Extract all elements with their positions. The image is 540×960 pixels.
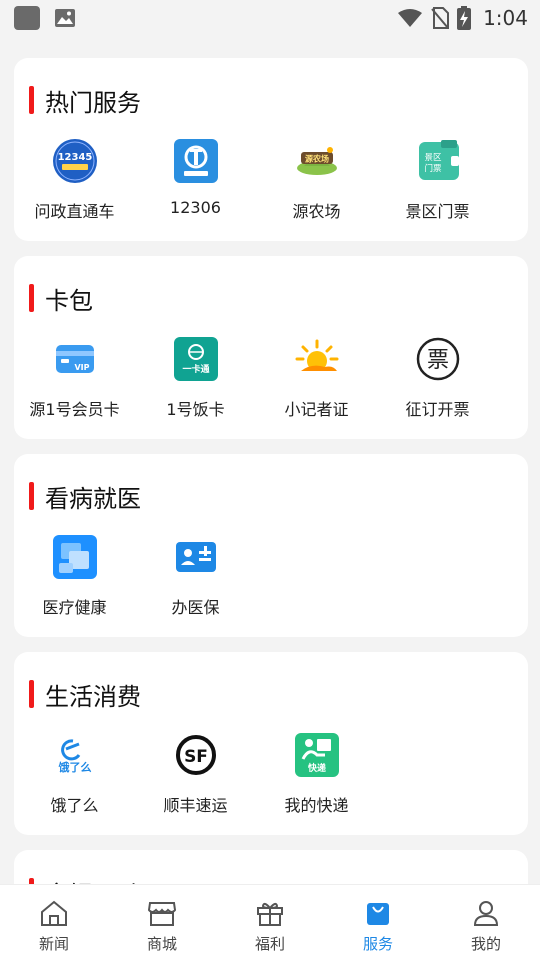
delivery-icon: 快递 bbox=[294, 732, 340, 778]
life-item-label: 饿了么 bbox=[50, 796, 99, 815]
card-item-label: 征订开票 bbox=[405, 400, 470, 419]
medical-insurance-icon bbox=[173, 534, 219, 580]
section-title: 热门服务 bbox=[29, 85, 141, 117]
bottom-navigation: 新闻 商城 福利 服务 我的 bbox=[0, 884, 540, 960]
card-item-label: 小记者证 bbox=[284, 400, 349, 419]
nav-label: 新闻 bbox=[38, 935, 69, 953]
railway-12306-icon bbox=[173, 138, 219, 184]
store-icon bbox=[147, 902, 177, 926]
card-item-label: 源1号会员卡 bbox=[29, 400, 120, 419]
nav-label: 我的 bbox=[470, 935, 501, 953]
svg-text:票: 票 bbox=[426, 348, 448, 373]
meal-card-icon: 一卡通 bbox=[173, 336, 219, 382]
app-notification-icon bbox=[14, 6, 40, 30]
service-item-label: 12306 bbox=[170, 198, 221, 217]
wifi-icon bbox=[398, 9, 423, 27]
vip-card-icon: VIP bbox=[52, 336, 98, 382]
svg-text:VIP: VIP bbox=[74, 363, 89, 372]
card-item-label: 1号饭卡 bbox=[166, 400, 225, 419]
nav-label: 服务 bbox=[362, 935, 393, 953]
nav-label: 福利 bbox=[254, 935, 285, 953]
svg-text:源农场: 源农场 bbox=[305, 154, 329, 164]
no-sim-icon bbox=[431, 7, 450, 29]
service-item-label: 源农场 bbox=[292, 202, 341, 221]
medical-item-health[interactable]: 医疗健康 bbox=[14, 534, 135, 618]
medical-item-label: 办医保 bbox=[171, 598, 220, 617]
sf-express-icon: SF bbox=[173, 732, 219, 778]
image-notification-icon bbox=[55, 9, 75, 27]
svg-text:快递: 快递 bbox=[307, 762, 325, 774]
service-item-hotline[interactable]: 12345 问政直通车 bbox=[14, 138, 135, 222]
service-item-12306[interactable]: 12306 bbox=[135, 138, 256, 222]
12345-hotline-icon: 12345 bbox=[52, 138, 98, 184]
farm-icon: 源农场 bbox=[294, 138, 340, 184]
bag-icon bbox=[367, 903, 389, 925]
life-item-label: 我的快递 bbox=[284, 796, 349, 815]
sun-icon bbox=[294, 336, 340, 382]
status-time: 1:04 bbox=[483, 6, 528, 30]
card-item-reporter[interactable]: 小记者证 bbox=[256, 336, 377, 420]
medical-item-insurance[interactable]: 办医保 bbox=[135, 534, 256, 618]
life-item-sf-express[interactable]: SF 顺丰速运 bbox=[135, 732, 256, 816]
card-item-invoice[interactable]: 票 征订开票 bbox=[377, 336, 498, 420]
svg-text:SF: SF bbox=[184, 747, 208, 767]
card-item-meal[interactable]: 一卡通 1号饭卡 bbox=[135, 336, 256, 420]
status-bar: 1:04 bbox=[0, 0, 540, 36]
life-item-label: 顺丰速运 bbox=[163, 796, 228, 815]
medical-item-label: 医疗健康 bbox=[42, 598, 107, 617]
nav-tab-services[interactable]: 服务 bbox=[324, 885, 432, 960]
battery-charging-icon bbox=[457, 6, 472, 30]
medical-health-icon bbox=[52, 534, 98, 580]
user-icon bbox=[473, 901, 499, 926]
life-item-eleme[interactable]: 饿了么 饿了么 bbox=[14, 732, 135, 816]
section-title: 生活消费 bbox=[29, 679, 141, 711]
service-item-label: 问政直通车 bbox=[34, 202, 115, 221]
svg-text:景区: 景区 bbox=[424, 153, 442, 163]
service-item-farm[interactable]: 源农场 源农场 bbox=[256, 138, 377, 222]
svg-text:12345: 12345 bbox=[57, 152, 92, 163]
nav-label: 商城 bbox=[146, 935, 177, 953]
invoice-icon: 票 bbox=[415, 336, 461, 382]
section-title: 看病就医 bbox=[29, 481, 141, 513]
nav-tab-news[interactable]: 新闻 bbox=[0, 885, 108, 960]
svg-text:门票: 门票 bbox=[424, 163, 442, 174]
section-card-wallet: 卡包 VIP 源1号会员卡 一卡通 1号饭卡 小记者证 票 征订开票 bbox=[14, 256, 528, 439]
eleme-icon: 饿了么 bbox=[52, 732, 98, 778]
life-item-delivery[interactable]: 快递 我的快递 bbox=[256, 732, 377, 816]
scenic-ticket-icon: 景区 门票 bbox=[415, 138, 461, 184]
section-medical: 看病就医 医疗健康 办医保 bbox=[14, 454, 528, 637]
service-item-label: 景区门票 bbox=[405, 202, 470, 221]
svg-text:一卡通: 一卡通 bbox=[182, 363, 209, 375]
section-title: 卡包 bbox=[29, 283, 93, 315]
services-content[interactable]: 热门服务 12345 问政直通车 12306 源农场 源农场 景区 门票 景区门… bbox=[14, 58, 528, 925]
svg-text:饿了么: 饿了么 bbox=[57, 760, 91, 774]
section-life-consumption: 生活消费 饿了么 饿了么 SF 顺丰速运 快递 我的快递 bbox=[14, 652, 528, 835]
nav-tab-mine[interactable]: 我的 bbox=[432, 885, 540, 960]
nav-tab-mall[interactable]: 商城 bbox=[108, 885, 216, 960]
card-item-vip[interactable]: VIP 源1号会员卡 bbox=[14, 336, 135, 420]
section-hot-services: 热门服务 12345 问政直通车 12306 源农场 源农场 景区 门票 景区门… bbox=[14, 58, 528, 241]
gift-icon bbox=[257, 902, 283, 926]
nav-tab-welfare[interactable]: 福利 bbox=[216, 885, 324, 960]
home-icon bbox=[41, 900, 67, 926]
service-item-scenic-ticket[interactable]: 景区 门票 景区门票 bbox=[377, 138, 498, 222]
